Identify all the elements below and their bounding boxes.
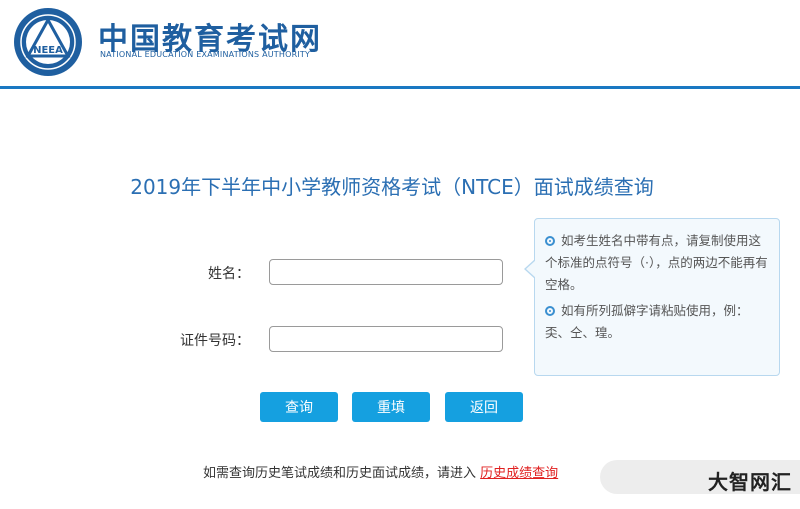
- query-button[interactable]: 查询: [260, 392, 338, 422]
- page-title: 2019年下半年中小学教师资格考试（NTCE）面试成绩查询: [130, 175, 654, 199]
- header-divider: [0, 86, 800, 89]
- radio-bullet-icon: [545, 306, 555, 316]
- id-number-label: 证件号码：: [180, 333, 250, 349]
- name-input[interactable]: [269, 259, 503, 285]
- tip-text: 如有所列孤僻字请粘贴使用，例：奀、仝、瑝。: [545, 303, 749, 340]
- neea-logo-icon[interactable]: NEEA: [12, 6, 84, 78]
- tips-panel: 如考生姓名中带有点，请复制使用这个标准的点符号（·），点的两边不能再有空格。 如…: [524, 218, 780, 376]
- watermark-text: 大智网汇: [708, 470, 792, 494]
- tip-item: 如考生姓名中带有点，请复制使用这个标准的点符号（·），点的两边不能再有空格。: [545, 230, 771, 296]
- history-notice: 如需查询历史笔试成绩和历史面试成绩，请进入 历史成绩查询: [203, 462, 558, 481]
- radio-bullet-icon: [545, 236, 555, 246]
- reset-button[interactable]: 重填: [352, 392, 430, 422]
- site-header: NEEA 中国教育考试网 NATIONAL EDUCATION EXAMINAT…: [0, 0, 800, 86]
- site-name-english: NATIONAL EDUCATION EXAMINATIONS AUTHORIT…: [100, 50, 311, 59]
- svg-text:NEEA: NEEA: [33, 45, 63, 56]
- history-text: 如需查询历史笔试成绩和历史面试成绩，请进入: [203, 466, 477, 481]
- tip-text: 如考生姓名中带有点，请复制使用这个标准的点符号（·），点的两边不能再有空格。: [545, 233, 768, 292]
- history-score-link[interactable]: 历史成绩查询: [480, 466, 558, 481]
- back-button[interactable]: 返回: [445, 392, 523, 422]
- id-number-input[interactable]: [269, 326, 503, 352]
- name-label: 姓名：: [208, 266, 250, 282]
- tip-item: 如有所列孤僻字请粘贴使用，例：奀、仝、瑝。: [545, 300, 771, 344]
